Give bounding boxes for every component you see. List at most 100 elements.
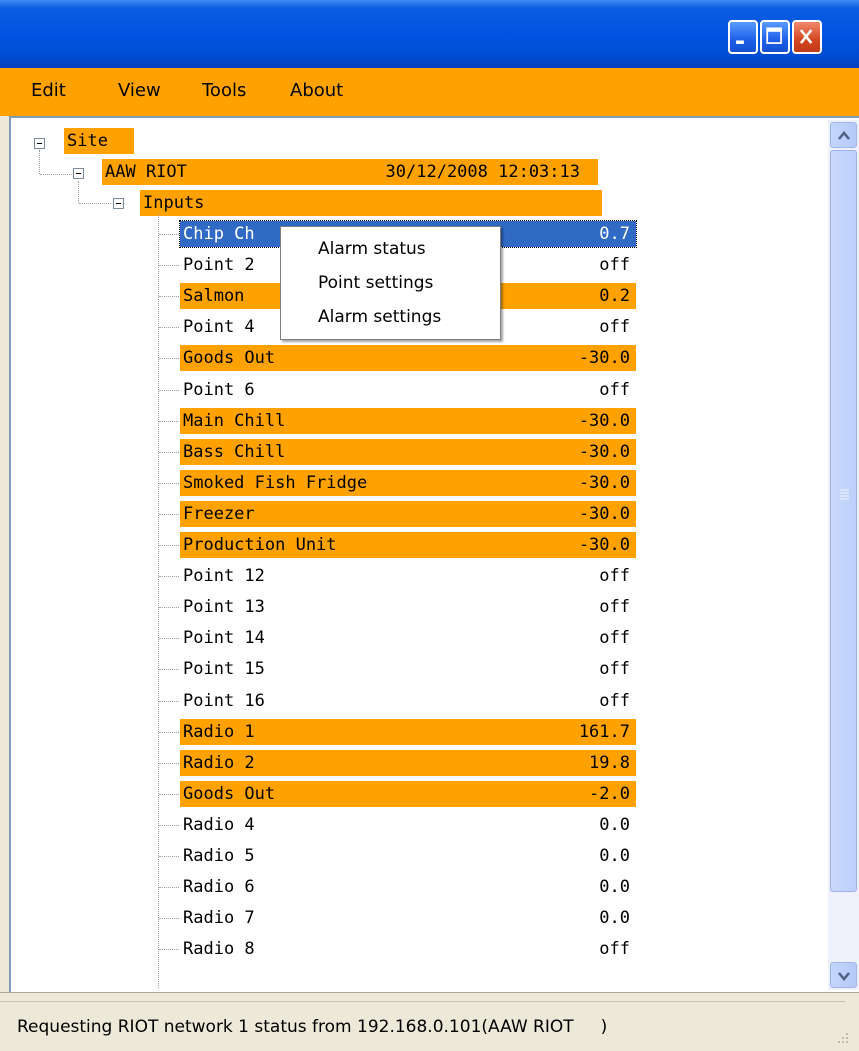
point-label: Point 2: [183, 255, 255, 275]
tree-item-point[interactable]: Radio 6 0.0: [180, 874, 636, 900]
tree-item-point[interactable]: Radio 4 0.0: [180, 812, 636, 838]
point-label: Radio 6: [183, 877, 255, 897]
tree-item-point[interactable]: Point 13 off: [180, 594, 636, 620]
menu-tools[interactable]: Tools: [202, 80, 246, 101]
point-value: off: [599, 566, 630, 586]
minimize-icon: [736, 40, 744, 44]
point-label: Point 14: [183, 628, 265, 648]
tree-item-point[interactable]: Point 15 off: [180, 656, 636, 682]
point-value: -30.0: [578, 504, 630, 524]
point-value: off: [599, 380, 630, 400]
close-button[interactable]: [792, 20, 822, 54]
tree-item-point[interactable]: Radio 7 0.0: [180, 905, 636, 931]
point-value: off: [599, 255, 630, 275]
point-label: Point 12: [183, 566, 265, 586]
point-value: 0.0: [599, 815, 630, 835]
point-label: Production Unit: [183, 535, 337, 555]
tree-item-point[interactable]: Goods Out -30.0: [180, 345, 636, 371]
tree-connector: [158, 213, 159, 988]
point-label: Goods Out: [183, 784, 276, 804]
collapse-root-icon[interactable]: [34, 138, 45, 149]
menu-about[interactable]: About: [290, 80, 343, 101]
tree-connector: [159, 390, 179, 391]
tree-item-point[interactable]: Smoked Fish Fridge -30.0: [180, 470, 636, 496]
point-label: Smoked Fish Fridge: [183, 473, 368, 493]
point-value: off: [599, 939, 630, 959]
point-value: 0.0: [599, 908, 630, 928]
tree-connector: [159, 638, 179, 639]
tree-connector: [159, 825, 179, 826]
tree-item-point[interactable]: Point 14 off: [180, 625, 636, 651]
tree-connector: [78, 181, 79, 203]
point-label: Radio 8: [183, 939, 255, 959]
tree-node-site[interactable]: Site: [64, 128, 134, 154]
tree-item-point[interactable]: Main Chill -30.0: [180, 408, 636, 434]
maximize-icon: [766, 27, 782, 44]
tree-connector: [159, 234, 179, 235]
tree-node-label: AAW RIOT: [105, 162, 187, 182]
tree-item-point[interactable]: Production Unit -30.0: [180, 532, 636, 558]
point-value: 0.0: [599, 846, 630, 866]
menu-view[interactable]: View: [118, 80, 161, 101]
tree-connector: [159, 327, 179, 328]
point-value: 161.7: [578, 722, 630, 742]
tree-connector: [159, 887, 179, 888]
context-menu: Alarm status Point settings Alarm settin…: [280, 226, 501, 340]
tree-item-point[interactable]: Point 12 off: [180, 563, 636, 589]
point-label: Bass Chill: [183, 442, 286, 462]
tree-item-point[interactable]: Radio 8 off: [180, 936, 636, 962]
collapse-inputs-icon[interactable]: [113, 198, 124, 209]
tree-item-point[interactable]: Point 6 off: [180, 377, 636, 403]
tree-item-point[interactable]: Bass Chill -30.0: [180, 439, 636, 465]
point-value: 0.0: [599, 877, 630, 897]
point-value: -30.0: [578, 411, 630, 431]
ctx-point-settings[interactable]: Point settings: [318, 273, 433, 293]
tree-connector: [159, 576, 179, 577]
menu-bar: Edit View Tools About: [0, 68, 859, 116]
point-value: -2.0: [589, 784, 630, 804]
grip-icon: [840, 489, 849, 500]
status-bar: Requesting RIOT network 1 status from 19…: [0, 992, 859, 1051]
scroll-down-button[interactable]: [830, 962, 857, 988]
scroll-up-button[interactable]: [830, 122, 857, 148]
tree-item-point[interactable]: Radio 2 19.8: [180, 750, 636, 776]
point-label: Point 15: [183, 659, 265, 679]
point-value: -30.0: [578, 348, 630, 368]
tree-item-point[interactable]: Radio 1 161.7: [180, 719, 636, 745]
tree-connector: [159, 421, 179, 422]
point-label: Radio 7: [183, 908, 255, 928]
tree-connector: [159, 949, 179, 950]
tree-item-point[interactable]: Freezer -30.0: [180, 501, 636, 527]
tree-connector: [159, 514, 179, 515]
tree-node-inputs[interactable]: Inputs: [140, 190, 602, 216]
title-bar[interactable]: [0, 0, 859, 68]
point-value: off: [599, 659, 630, 679]
maximize-button[interactable]: [760, 20, 790, 54]
collapse-device-icon[interactable]: [73, 168, 84, 179]
point-value: off: [599, 691, 630, 711]
ctx-alarm-settings[interactable]: Alarm settings: [318, 307, 441, 327]
ctx-alarm-status[interactable]: Alarm status: [318, 239, 426, 259]
point-value: -30.0: [578, 473, 630, 493]
tree-item-point[interactable]: Radio 5 0.0: [180, 843, 636, 869]
status-divider: [0, 1001, 845, 1002]
tree-connector: [39, 150, 40, 174]
tree-connector: [159, 545, 179, 546]
tree-connector: [159, 296, 179, 297]
scroll-thumb[interactable]: [830, 150, 857, 892]
tree-connector: [79, 203, 111, 204]
point-label: Goods Out: [183, 348, 276, 368]
menu-edit[interactable]: Edit: [31, 80, 66, 101]
tree-node-device[interactable]: AAW RIOT 30/12/2008 12:03:13: [102, 159, 598, 185]
tree-item-point[interactable]: Goods Out -2.0: [180, 781, 636, 807]
point-value: off: [599, 317, 630, 337]
tree-item-point[interactable]: Point 16 off: [180, 688, 636, 714]
point-label: Point 13: [183, 597, 265, 617]
resize-grip-icon[interactable]: [834, 1031, 850, 1047]
vertical-scrollbar[interactable]: [828, 120, 859, 990]
point-value: 19.8: [589, 753, 630, 773]
point-value: 0.2: [599, 286, 630, 306]
point-label: Radio 2: [183, 753, 255, 773]
status-text: Requesting RIOT network 1 status from 19…: [17, 1017, 608, 1037]
minimize-button[interactable]: [728, 20, 758, 54]
